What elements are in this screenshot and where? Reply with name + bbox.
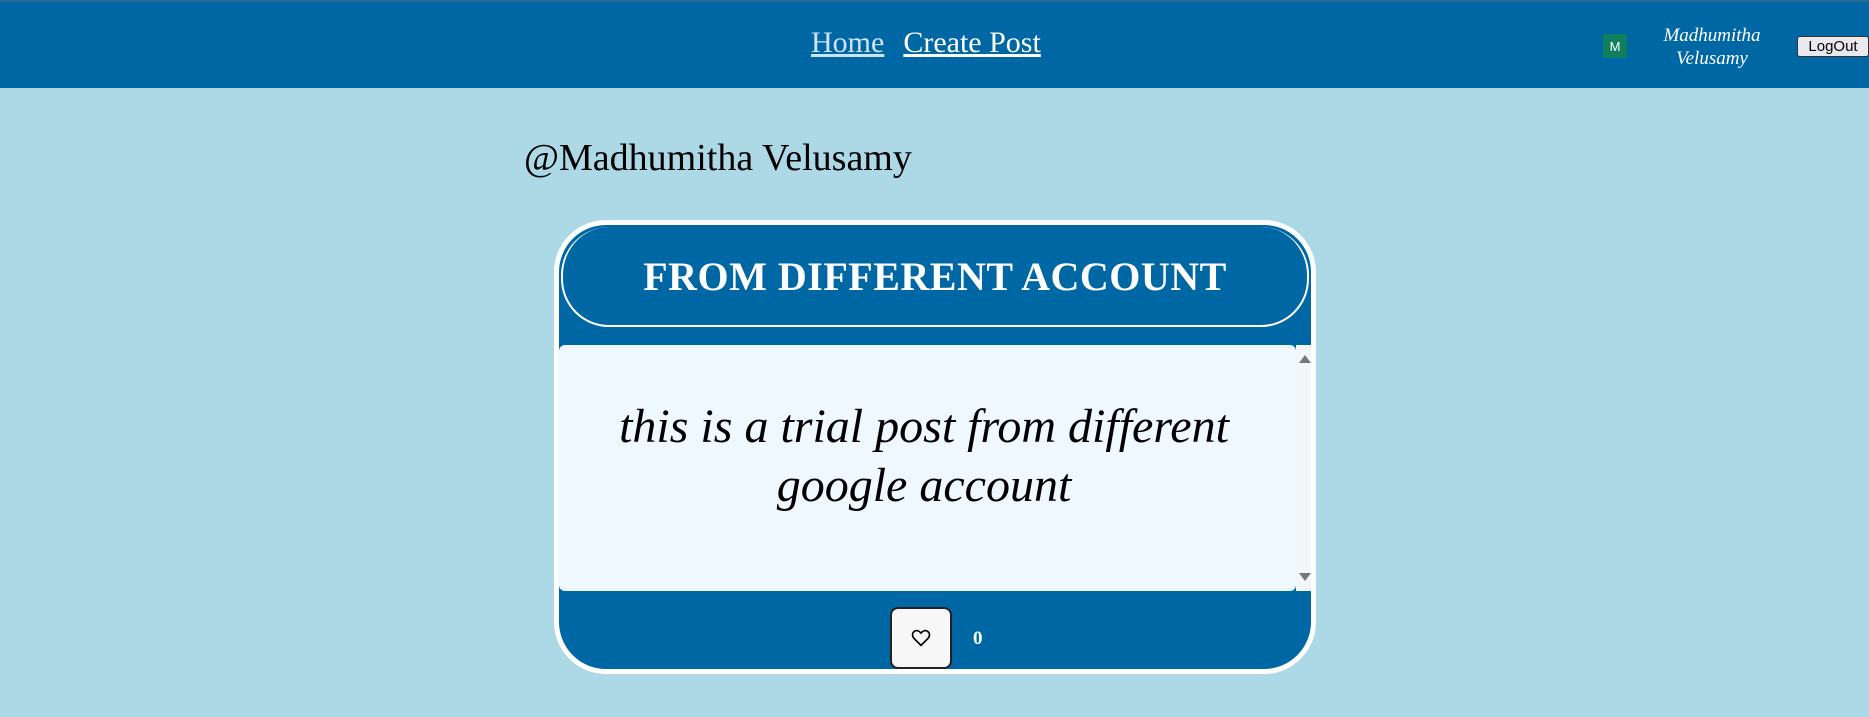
nav-link-create-post[interactable]: Create Post	[903, 26, 1040, 60]
post-title: FROM DIFFERENT ACCOUNT	[643, 253, 1227, 299]
like-button[interactable]	[890, 607, 952, 669]
post-header: FROM DIFFERENT ACCOUNT	[561, 227, 1309, 327]
post-card: FROM DIFFERENT ACCOUNT this is a trial p…	[554, 220, 1316, 674]
logout-button[interactable]: LogOut	[1797, 36, 1869, 57]
post-body-scrollbar[interactable]	[1296, 345, 1311, 591]
heart-icon	[911, 629, 931, 647]
avatar: M	[1603, 34, 1627, 58]
user-name: Madhumitha Velusamy	[1663, 25, 1761, 69]
profile-handle: @Madhumitha Velusamy	[524, 137, 912, 179]
post-body: this is a trial post from different goog…	[559, 345, 1296, 591]
scroll-down-arrow-icon[interactable]	[1299, 573, 1311, 581]
nav-links: Home Create Post	[811, 26, 1041, 60]
top-navbar: Home Create Post M Madhumitha Velusamy L…	[0, 0, 1869, 88]
nav-link-home[interactable]: Home	[811, 26, 884, 60]
post-content: this is a trial post from different goog…	[619, 400, 1229, 512]
like-count: 0	[973, 628, 983, 649]
scroll-up-arrow-icon[interactable]	[1299, 355, 1311, 363]
